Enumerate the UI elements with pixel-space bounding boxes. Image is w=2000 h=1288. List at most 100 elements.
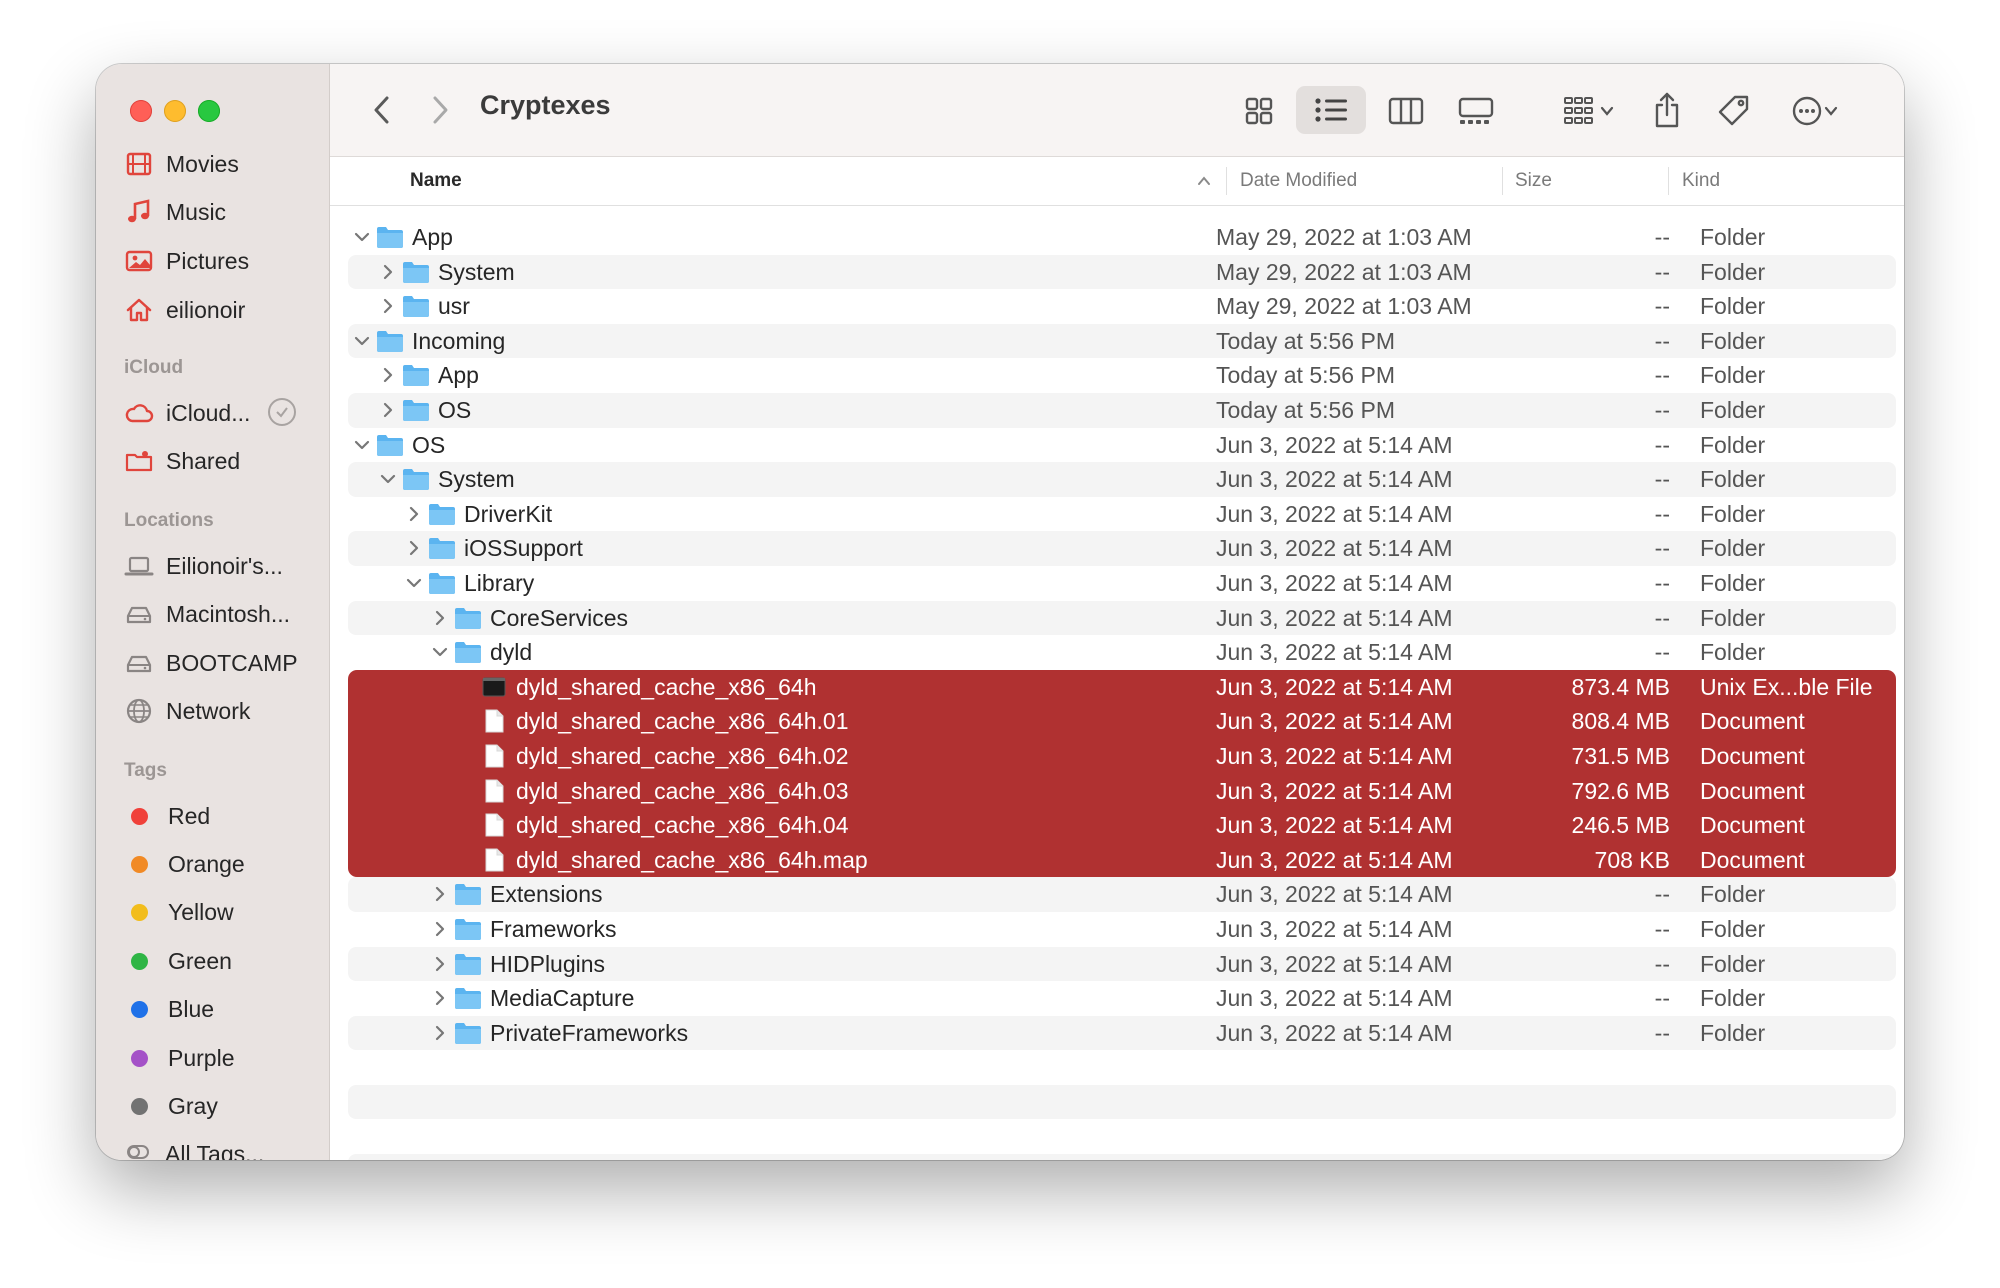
file-list[interactable]: App May 29, 2022 at 1:03 AM -- Folder System… <box>330 206 1904 1160</box>
file-row[interactable]: CoreServices Jun 3, 2022 at 5:14 AM -- Fold… <box>348 600 1896 636</box>
file-size: -- <box>1654 431 1670 458</box>
file-size: -- <box>1654 985 1670 1012</box>
home-icon <box>126 298 152 322</box>
group-by-button[interactable] <box>1552 90 1626 132</box>
file-row[interactable]: App May 29, 2022 at 1:03 AM -- Folder <box>348 220 1896 255</box>
file-row[interactable]: MediaCapture Jun 3, 2022 at 5:14 AM -- Fold… <box>348 981 1896 1016</box>
icon-view-button[interactable] <box>1230 90 1288 132</box>
date-modified: Jun 3, 2022 at 5:14 AM <box>1216 708 1453 735</box>
grid-view-icon <box>1245 97 1273 125</box>
forward-button[interactable] <box>422 92 458 128</box>
file-row[interactable]: Frameworks Jun 3, 2022 at 5:14 AM -- Folder <box>348 912 1896 947</box>
file-row[interactable]: System May 29, 2022 at 1:03 AM -- Folder <box>348 254 1896 290</box>
sort-ascending-icon[interactable] <box>1196 175 1212 187</box>
disclosure-closed-icon[interactable] <box>430 954 450 974</box>
sidebar-tag-green[interactable]: Green <box>124 939 232 983</box>
disclosure-closed-icon[interactable] <box>404 538 424 558</box>
column-size-header[interactable]: Size <box>1515 170 1552 192</box>
file-row[interactable]: OS Jun 3, 2022 at 5:14 AM -- Folder <box>348 428 1896 463</box>
folder-icon <box>429 573 455 594</box>
sidebar-tag-label: Green <box>168 947 232 974</box>
file-row[interactable]: dyld_shared_cache_x86_64h.01 Jun 3, 2022 … <box>348 704 1896 739</box>
file-size: 808.4 MB <box>1571 708 1670 735</box>
more-actions-button[interactable] <box>1778 90 1852 132</box>
disclosure-closed-icon[interactable] <box>430 988 450 1008</box>
column-separator[interactable] <box>1226 167 1227 195</box>
sidebar-tag-yellow[interactable]: Yellow <box>124 891 234 935</box>
disclosure-closed-icon[interactable] <box>378 400 398 420</box>
column-separator[interactable] <box>1668 167 1669 195</box>
disclosure-open-icon[interactable] <box>352 435 372 455</box>
sidebar-tag-gray[interactable]: Gray <box>124 1084 218 1128</box>
column-kind-header[interactable]: Kind <box>1682 170 1720 192</box>
disclosure-closed-icon[interactable] <box>430 884 450 904</box>
file-row[interactable]: dyld_shared_cache_x86_64h.04 Jun 3, 2022 … <box>348 808 1896 843</box>
column-view-button[interactable] <box>1376 90 1436 132</box>
file-row[interactable]: dyld Jun 3, 2022 at 5:14 AM -- Folder <box>348 635 1896 670</box>
file-row[interactable]: Incoming Today at 5:56 PM -- Folder <box>348 323 1896 359</box>
column-date-header[interactable]: Date Modified <box>1240 170 1357 192</box>
sidebar-item-shared[interactable]: Shared <box>124 439 240 483</box>
gallery-view-button[interactable] <box>1444 90 1508 132</box>
file-row[interactable]: dyld_shared_cache_x86_64h Jun 3, 2022 at … <box>348 669 1896 705</box>
disclosure-closed-icon[interactable] <box>378 262 398 282</box>
sidebar-tag-purple[interactable]: Purple <box>124 1036 234 1080</box>
disclosure-open-icon[interactable] <box>352 331 372 351</box>
back-button[interactable] <box>364 92 400 128</box>
disclosure-closed-icon[interactable] <box>404 504 424 524</box>
zoom-window-button[interactable] <box>198 100 220 122</box>
sidebar-item-eilionoir-s[interactable]: Eilionoir's... <box>124 544 283 588</box>
disclosure-closed-icon[interactable] <box>430 1023 450 1043</box>
disclosure-open-icon[interactable] <box>352 227 372 247</box>
file-size: -- <box>1654 224 1670 250</box>
sidebar-item-pictures[interactable]: Pictures <box>124 239 249 283</box>
sidebar-item-eilionoir[interactable]: eilionoir <box>124 288 245 332</box>
file-row[interactable]: dyld_shared_cache_x86_64h.02 Jun 3, 2022 … <box>348 739 1896 774</box>
sidebar-tag-orange[interactable]: Orange <box>124 842 245 886</box>
disclosure-closed-icon[interactable] <box>430 608 450 628</box>
list-view-button[interactable] <box>1296 86 1366 134</box>
file-row[interactable]: Library Jun 3, 2022 at 5:14 AM -- Folder <box>348 566 1896 601</box>
file-kind: Folder <box>1700 258 1766 285</box>
tag-color-dot <box>131 952 148 970</box>
file-row[interactable]: DriverKit Jun 3, 2022 at 5:14 AM -- Folder <box>348 497 1896 532</box>
minimize-window-button[interactable] <box>164 100 186 122</box>
sidebar-tag-all-tags[interactable]: All Tags... <box>124 1133 264 1160</box>
file-size: -- <box>1654 639 1670 666</box>
file-row[interactable]: iOSSupport Jun 3, 2022 at 5:14 AM -- Folder <box>348 531 1896 566</box>
date-modified: May 29, 2022 at 1:03 AM <box>1216 293 1472 320</box>
column-separator[interactable] <box>1502 167 1503 195</box>
sidebar-item-icloud[interactable]: iCloud... <box>124 391 250 435</box>
disclosure-open-icon[interactable] <box>378 469 398 489</box>
file-row[interactable]: usr May 29, 2022 at 1:03 AM -- Folder <box>348 289 1896 324</box>
file-row[interactable]: OS Today at 5:56 PM -- Folder <box>348 393 1896 428</box>
folder-icon <box>455 642 481 664</box>
sidebar-item-macintosh[interactable]: Macintosh... <box>124 592 290 636</box>
file-row[interactable]: App Today at 5:56 PM -- Folder <box>348 358 1896 393</box>
sidebar-item-bootcamp[interactable]: BOOTCAMP <box>124 641 298 685</box>
share-button[interactable] <box>1644 86 1690 134</box>
file-row[interactable]: PrivateFrameworks Jun 3, 2022 at 5:14 AM -… <box>348 1015 1896 1051</box>
disclosure-closed-icon[interactable] <box>378 365 398 385</box>
gallery-view-icon <box>1458 97 1494 124</box>
file-row[interactable]: dyld_shared_cache_x86_64h.03 Jun 3, 2022 … <box>348 773 1896 809</box>
file-row[interactable]: Extensions Jun 3, 2022 at 5:14 AM -- Folder <box>348 877 1896 912</box>
executable-file-icon <box>482 677 506 697</box>
file-row[interactable]: HIDPlugins Jun 3, 2022 at 5:14 AM -- Folder <box>348 946 1896 982</box>
file-row[interactable]: System Jun 3, 2022 at 5:14 AM -- Folder <box>348 462 1896 497</box>
sidebar-item-network[interactable]: Network <box>124 689 250 733</box>
disclosure-closed-icon[interactable] <box>430 919 450 939</box>
column-name-header[interactable]: Name <box>410 170 462 192</box>
file-kind: Folder <box>1700 604 1766 631</box>
file-row[interactable]: dyld_shared_cache_x86_64h.map Jun 3, 2022… <box>348 842 1896 878</box>
sidebar-item-movies[interactable]: Movies <box>124 142 239 186</box>
file-name: OS <box>438 397 472 423</box>
sidebar-item-music[interactable]: Music <box>124 190 226 234</box>
sidebar-tag-blue[interactable]: Blue <box>124 988 214 1032</box>
sidebar-tag-red[interactable]: Red <box>124 794 210 838</box>
tags-button[interactable] <box>1710 88 1758 134</box>
close-window-button[interactable] <box>130 100 152 122</box>
disclosure-open-icon[interactable] <box>430 642 450 662</box>
disclosure-closed-icon[interactable] <box>378 296 398 316</box>
disclosure-open-icon[interactable] <box>404 573 424 593</box>
